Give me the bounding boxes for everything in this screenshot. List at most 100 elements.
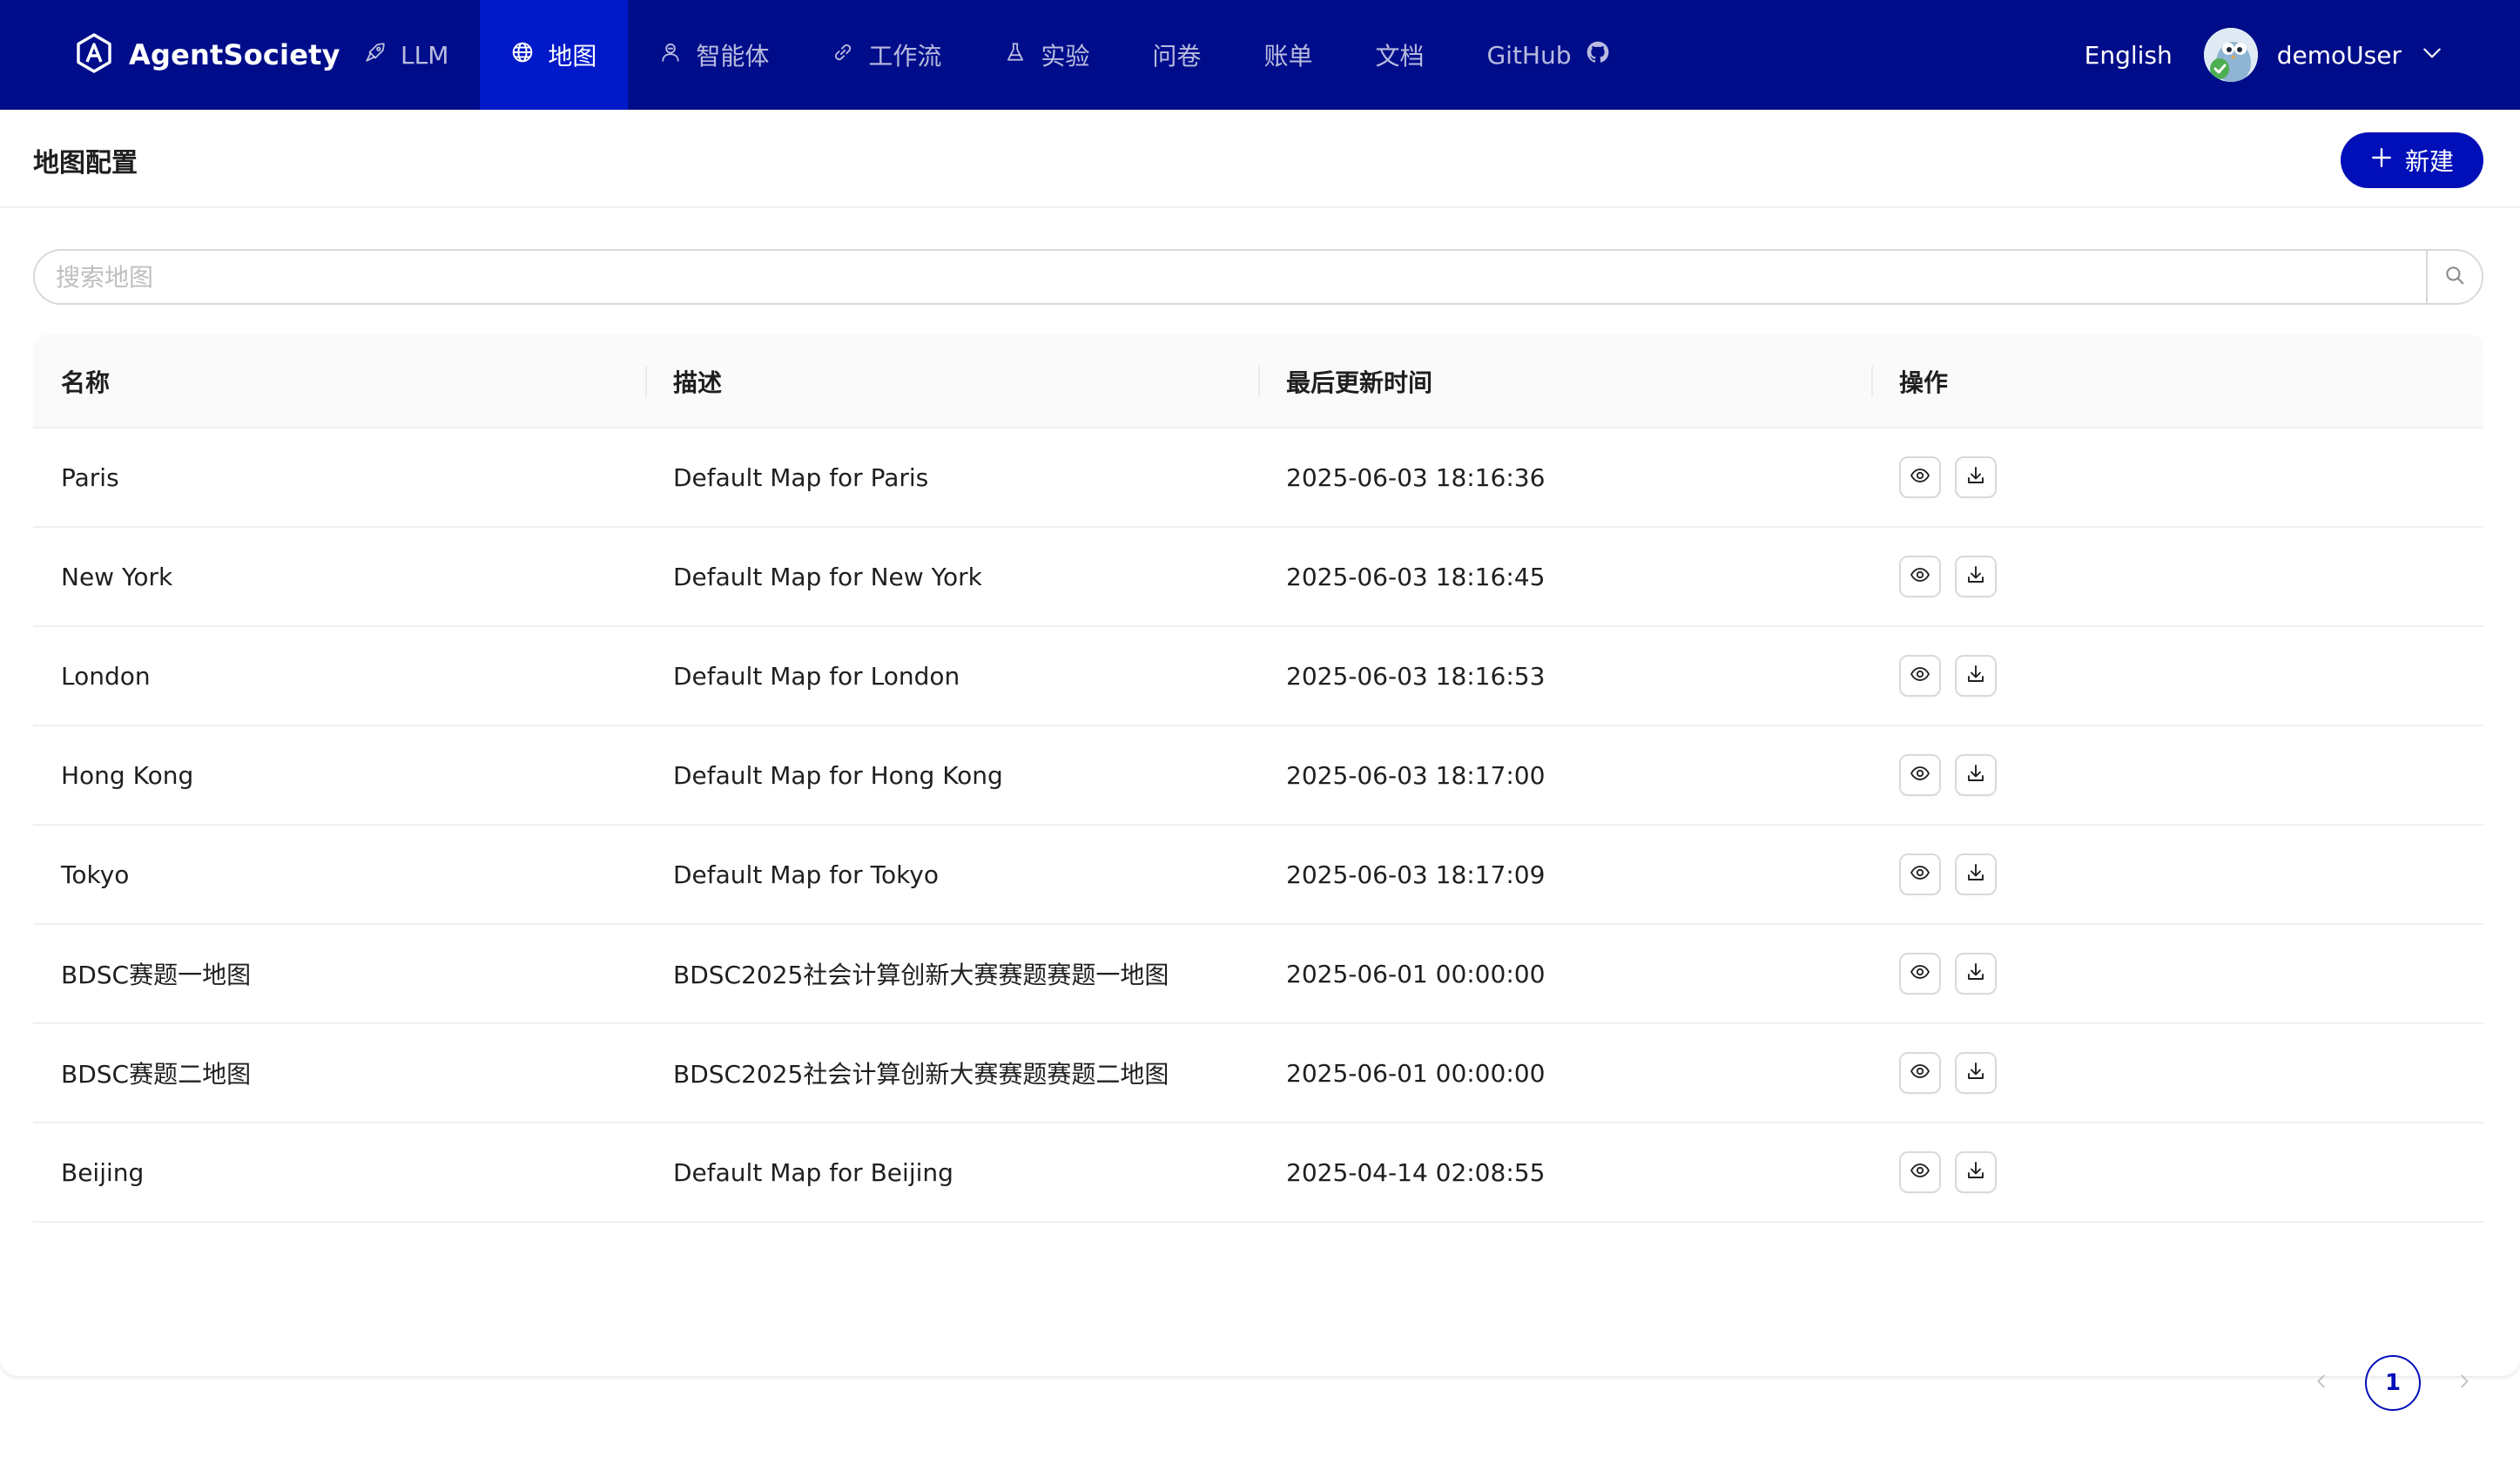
- search-input[interactable]: [35, 251, 2426, 303]
- column-header-actions: 操作: [1871, 334, 2483, 428]
- page-title: 地图配置: [33, 148, 138, 179]
- download-button[interactable]: [1955, 853, 1997, 895]
- table-row: New York Default Map for New York 2025-06-…: [33, 528, 2483, 627]
- cell-name: Tokyo: [61, 860, 130, 889]
- nav-item-workflow[interactable]: 工作流: [800, 0, 973, 110]
- download-icon: [1965, 960, 1986, 988]
- eye-icon: [1910, 662, 1930, 691]
- brand[interactable]: AgentSociety: [75, 26, 340, 84]
- cell-actions: [1871, 428, 2483, 526]
- download-icon: [1965, 463, 1986, 492]
- eye-icon: [1910, 1158, 1930, 1187]
- view-button[interactable]: [1899, 953, 1941, 995]
- eye-icon: [1910, 1059, 1930, 1088]
- download-button[interactable]: [1955, 556, 1997, 597]
- search-button[interactable]: [2426, 251, 2482, 303]
- download-icon: [1965, 1158, 1986, 1187]
- view-button[interactable]: [1899, 754, 1941, 796]
- nav-item-label: 账单: [1263, 42, 1313, 71]
- cell-name: Hong Kong: [61, 760, 194, 790]
- row-actions: [1899, 1052, 1997, 1094]
- main-nav: LLM 地图 智能体 工作流 实验 问卷 账单 文档 GitHub: [333, 0, 1641, 110]
- view-button[interactable]: [1899, 556, 1941, 597]
- cell-actions: [1871, 528, 2483, 625]
- download-button[interactable]: [1955, 1052, 1997, 1094]
- prev-page-button[interactable]: [2295, 1355, 2348, 1411]
- table-header: 名称 描述 最后更新时间 操作: [33, 334, 2483, 428]
- table-row: Hong Kong Default Map for Hong Kong 2025-0…: [33, 726, 2483, 826]
- nav-item-docs[interactable]: 文档: [1344, 0, 1455, 110]
- download-icon: [1965, 860, 1986, 889]
- view-button[interactable]: [1899, 1052, 1941, 1094]
- new-map-button[interactable]: 新建: [2341, 132, 2483, 188]
- chevron-down-icon[interactable]: [2421, 42, 2443, 68]
- github-icon: [1586, 40, 1610, 71]
- eye-icon: [1910, 761, 1930, 790]
- eye-icon: [1910, 463, 1930, 492]
- top-nav-bar: AgentSociety LLM 地图 智能体 工作流 实验 问卷 账单 文档 …: [0, 0, 2520, 110]
- pagination: 1: [2295, 1355, 2490, 1411]
- flask-icon: [1004, 41, 1027, 70]
- eye-icon: [1910, 960, 1930, 988]
- download-button[interactable]: [1955, 456, 1997, 498]
- view-button[interactable]: [1899, 655, 1941, 697]
- download-icon: [1965, 662, 1986, 691]
- nav-item-llm[interactable]: LLM: [333, 0, 480, 110]
- username[interactable]: demoUser: [2277, 41, 2402, 70]
- view-button[interactable]: [1899, 853, 1941, 895]
- nav-item-label: 智能体: [696, 42, 770, 71]
- row-actions: [1899, 456, 1997, 498]
- cell-name: London: [61, 661, 151, 691]
- download-button[interactable]: [1955, 655, 1997, 697]
- cell-updated-time: 2025-06-03 18:16:53: [1286, 661, 1546, 691]
- column-header-name: 名称: [61, 368, 111, 397]
- globe-icon: [511, 41, 534, 70]
- column-header-description: 描述: [645, 334, 1258, 428]
- search-icon: [2443, 264, 2466, 290]
- cell-description: Default Map for Tokyo: [673, 860, 939, 889]
- avatar[interactable]: [2203, 28, 2258, 82]
- rocket-icon: [364, 41, 387, 70]
- card-header: 地图配置 新建: [0, 110, 2520, 208]
- table-row: Paris Default Map for Paris 2025-06-03 18:…: [33, 428, 2483, 528]
- table-body: Paris Default Map for Paris 2025-06-03 18:…: [33, 428, 2483, 1223]
- chevron-right-icon: [2455, 1372, 2474, 1394]
- new-button-label: 新建: [2404, 147, 2454, 176]
- cell-actions: [1871, 1123, 2483, 1221]
- download-icon: [1965, 563, 1986, 591]
- cell-updated-time: 2025-06-03 18:16:45: [1286, 562, 1546, 591]
- next-page-button[interactable]: [2438, 1355, 2490, 1411]
- cell-updated-time: 2025-06-03 18:17:09: [1286, 860, 1546, 889]
- nav-item-survey[interactable]: 问卷: [1121, 0, 1232, 110]
- nav-item-experiment[interactable]: 实验: [973, 0, 1121, 110]
- agentsociety-logo-icon: [75, 32, 113, 78]
- cell-name: Beijing: [61, 1157, 145, 1187]
- eye-icon: [1910, 563, 1930, 591]
- nav-item-billing[interactable]: 账单: [1232, 0, 1344, 110]
- nav-item-label: 工作流: [868, 42, 942, 71]
- table-row: BDSC赛题一地图 BDSC2025社会计算创新大赛赛题赛题一地图 2025-06-…: [33, 925, 2483, 1024]
- cell-description: BDSC2025社会计算创新大赛赛题赛题一地图: [673, 961, 1169, 989]
- page-number-button[interactable]: 1: [2365, 1355, 2421, 1411]
- row-actions: [1899, 556, 1997, 597]
- language-switch[interactable]: English: [2085, 41, 2173, 70]
- nav-item-github[interactable]: GitHub: [1455, 0, 1641, 110]
- download-button[interactable]: [1955, 1151, 1997, 1193]
- cell-actions: [1871, 726, 2483, 824]
- view-button[interactable]: [1899, 456, 1941, 498]
- nav-item-map[interactable]: 地图: [480, 0, 629, 110]
- table-row: Tokyo Default Map for Tokyo 2025-06-03 18:…: [33, 826, 2483, 925]
- download-button[interactable]: [1955, 953, 1997, 995]
- nav-item-label: 实验: [1041, 42, 1090, 71]
- cell-description: Default Map for Paris: [673, 462, 929, 492]
- nav-item-agents[interactable]: 智能体: [628, 0, 800, 110]
- view-button[interactable]: [1899, 1151, 1941, 1193]
- cell-updated-time: 2025-06-01 00:00:00: [1286, 1058, 1546, 1088]
- download-button[interactable]: [1955, 754, 1997, 796]
- cell-name: BDSC赛题一地图: [61, 961, 252, 989]
- brand-name: AgentSociety: [129, 38, 340, 71]
- row-actions: [1899, 655, 1997, 697]
- cell-actions: [1871, 925, 2483, 1022]
- cell-name: BDSC赛题二地图: [61, 1060, 252, 1089]
- robot-icon: [659, 41, 682, 70]
